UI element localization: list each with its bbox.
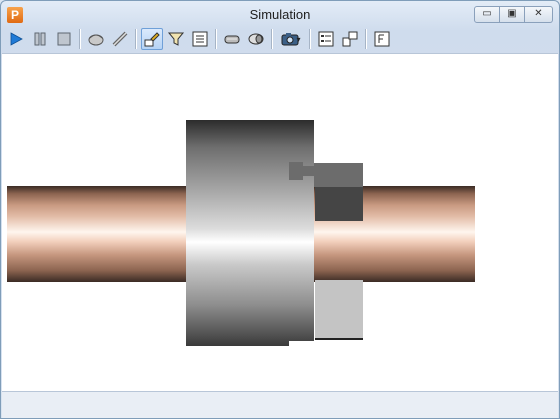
transform-button[interactable] bbox=[339, 28, 361, 50]
view-section-button[interactable] bbox=[245, 28, 267, 50]
view-side-button[interactable] bbox=[221, 28, 243, 50]
stock-button[interactable] bbox=[85, 28, 107, 50]
title-bar[interactable]: P Simulation ▭ ▣ ✕ bbox=[1, 1, 559, 29]
toolbar: ▾ bbox=[5, 27, 555, 51]
tool-post-block bbox=[315, 280, 363, 340]
window-controls: ▭ ▣ ✕ bbox=[474, 6, 553, 23]
play-button[interactable] bbox=[5, 28, 27, 50]
simulation-viewport[interactable] bbox=[2, 53, 558, 392]
filter-button[interactable] bbox=[165, 28, 187, 50]
stock-icon bbox=[88, 34, 104, 46]
maximize-button[interactable]: ▣ bbox=[500, 6, 525, 23]
chevron-down-icon[interactable]: ▾ bbox=[296, 35, 300, 44]
report-button[interactable] bbox=[189, 28, 211, 50]
settings-button[interactable] bbox=[315, 28, 337, 50]
tool-holder-head bbox=[314, 163, 363, 187]
toolbar-separator bbox=[79, 29, 81, 49]
lathe-chuck bbox=[186, 120, 314, 346]
settings-list-icon bbox=[318, 31, 334, 47]
export-button[interactable] bbox=[371, 28, 393, 50]
status-bar bbox=[2, 392, 558, 418]
toolbar-separator bbox=[271, 29, 273, 49]
tool-button[interactable] bbox=[109, 28, 131, 50]
export-icon bbox=[374, 31, 390, 47]
chuck-notch bbox=[289, 341, 314, 347]
tool-icon bbox=[112, 31, 128, 47]
play-icon bbox=[10, 32, 23, 46]
machine-button[interactable] bbox=[141, 28, 163, 50]
close-button[interactable]: ✕ bbox=[525, 6, 553, 23]
pause-button[interactable] bbox=[29, 28, 51, 50]
stop-icon bbox=[57, 32, 71, 46]
pause-icon bbox=[34, 32, 46, 46]
toolbar-separator bbox=[365, 29, 367, 49]
report-icon bbox=[192, 31, 208, 47]
machine-icon bbox=[144, 32, 160, 47]
section-icon bbox=[248, 33, 264, 45]
tool-holder-body bbox=[315, 187, 363, 221]
simulation-window: P Simulation ▭ ▣ ✕ ▾ bbox=[0, 0, 560, 419]
stop-button[interactable] bbox=[53, 28, 75, 50]
cylinder-icon bbox=[224, 35, 240, 44]
camera-button[interactable]: ▾ bbox=[277, 28, 305, 50]
minimize-button[interactable]: ▭ bbox=[474, 6, 500, 23]
toolbar-separator bbox=[135, 29, 137, 49]
toolbar-separator bbox=[309, 29, 311, 49]
toolbar-separator bbox=[215, 29, 217, 49]
filter-icon bbox=[167, 32, 185, 46]
transform-icon bbox=[342, 31, 358, 47]
